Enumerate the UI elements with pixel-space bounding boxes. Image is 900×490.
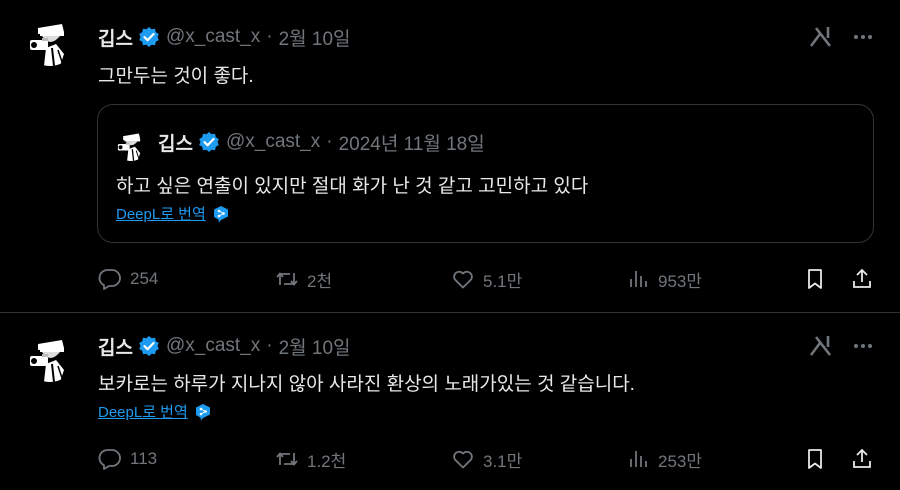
separator: · [266,335,273,356]
reply-icon [98,267,122,291]
action-bar: 113 1.2천 3.1만 253만 [98,444,878,474]
views-count: 953만 [658,271,703,291]
avatar[interactable] [24,330,76,382]
bookmark-button[interactable] [803,444,827,474]
verified-badge-icon[interactable] [138,26,160,48]
tweet-date[interactable]: 2월 10일 [279,333,351,360]
more-icon[interactable] [850,24,876,50]
translate-label[interactable]: DeepL로 번역 [98,401,188,422]
tweet-header: 깁스 @x_cast_x · 2월 10일 [98,24,351,50]
repost-button[interactable]: 1.2천 [275,444,346,474]
quoted-author-handle: @x_cast_x [225,131,321,152]
tweet-text: 그만두는 것이 좋다. [98,66,254,87]
reply-count: 254 [130,269,159,288]
author-name[interactable]: 깁스 [98,333,133,360]
like-icon [451,267,475,291]
share-button[interactable] [850,264,874,294]
translate-link[interactable]: DeepL로 번역 [116,203,230,224]
share-icon [850,447,874,471]
repost-icon [275,267,299,291]
more-icon[interactable] [850,333,876,359]
author-handle[interactable]: @x_cast_x [166,26,260,48]
avatar[interactable] [24,14,76,66]
verified-badge-icon[interactable] [138,335,160,357]
verified-badge-icon [198,131,220,153]
share-button[interactable] [850,444,874,474]
tweet-header: 깁스 @x_cast_x · 2월 10일 [98,333,351,359]
bookmark-button[interactable] [803,264,827,294]
author-handle[interactable]: @x_cast_x [166,335,260,357]
views-count: 253만 [658,451,703,471]
translate-link[interactable]: DeepL로 번역 [98,401,212,422]
repost-button[interactable]: 2천 [275,264,332,294]
like-button[interactable]: 3.1만 [451,444,522,474]
separator: · [326,131,333,152]
quoted-author-name: 깁스 [158,133,193,155]
reply-count: 113 [130,449,158,468]
tweet-date[interactable]: 2월 10일 [279,24,351,51]
deepl-icon [194,403,212,421]
reply-button[interactable]: 254 [98,264,158,294]
repost-count: 2천 [307,271,333,291]
quoted-avatar [114,127,148,161]
tweet-text: 보카로는 하루가 지나지 않아 사라진 환상의 노래가있는 것 같습니다. [98,374,635,395]
repost-icon [275,447,299,471]
share-icon [850,267,874,291]
quoted-tweet[interactable]: 깁스 @x_cast_x · 2024년 11월 18일 하고 싶은 연출이 있… [97,104,874,243]
action-bar: 254 2천 5.1만 953만 [98,264,878,294]
separator: · [266,26,273,47]
views-button[interactable]: 953만 [626,264,702,294]
deepl-icon [212,205,230,223]
grok-icon[interactable] [808,333,834,359]
tweet[interactable]: 깁스 @x_cast_x · 2월 10일 그만두는 것이 좋다. 깁스 @x_… [0,0,900,313]
quoted-text: 하고 싶은 연출이 있지만 절대 화가 난 것 같고 고민하고 있다 [116,176,589,197]
views-icon [626,447,650,471]
repost-count: 1.2천 [307,451,347,471]
bookmark-icon [803,447,827,471]
author-name[interactable]: 깁스 [98,24,133,51]
bookmark-icon [803,267,827,291]
reply-button[interactable]: 113 [98,444,157,474]
like-count: 3.1만 [483,451,523,471]
views-icon [626,267,650,291]
views-button[interactable]: 253만 [626,444,702,474]
quoted-header: 깁스 @x_cast_x · 2024년 11월 18일 [158,129,485,155]
reply-icon [98,447,122,471]
translate-label[interactable]: DeepL로 번역 [116,203,206,224]
like-icon [451,447,475,471]
grok-icon[interactable] [808,24,834,50]
quoted-date: 2024년 11월 18일 [338,133,485,155]
tweet[interactable]: 깁스 @x_cast_x · 2월 10일 보카로는 하루가 지나지 않아 사라… [0,313,900,490]
like-button[interactable]: 5.1만 [451,264,522,294]
like-count: 5.1만 [483,271,523,291]
